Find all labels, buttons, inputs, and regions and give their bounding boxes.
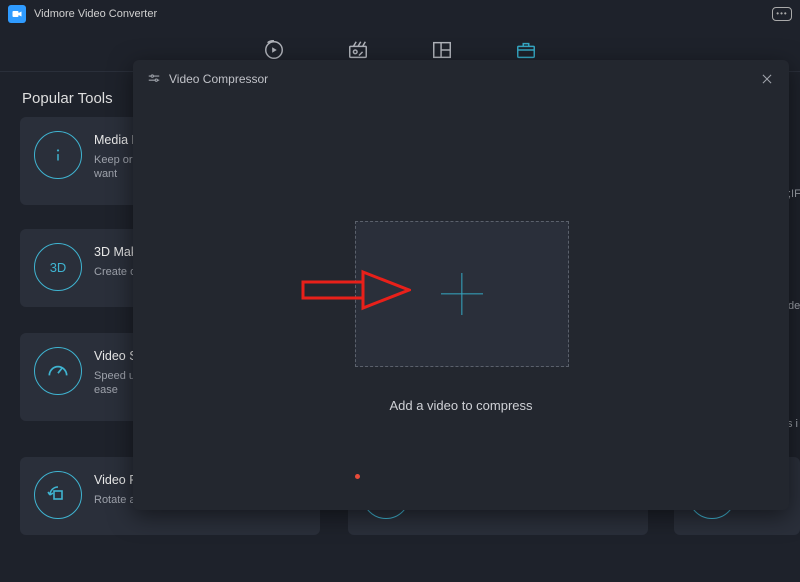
gauge-icon (34, 347, 82, 395)
collage-tab-icon[interactable] (430, 38, 454, 62)
3d-icon: 3D (34, 243, 82, 291)
mv-tab-icon[interactable] (346, 38, 370, 62)
app-title: Vidmore Video Converter (34, 8, 157, 20)
clip-text: ;IF (788, 188, 800, 200)
plus-icon (441, 273, 483, 315)
tool-desc: Speed uease (94, 369, 138, 398)
video-compressor-modal: Video Compressor Add a video to compress (133, 60, 789, 510)
info-icon (34, 131, 82, 179)
modal-header: Video Compressor (133, 60, 789, 98)
tool-title: Video S (94, 349, 138, 363)
clip-text: de (788, 300, 800, 312)
title-bar: Vidmore Video Converter (0, 0, 800, 28)
toolbox-tab-icon[interactable] (514, 38, 538, 62)
converter-tab-icon[interactable] (262, 38, 286, 62)
feedback-icon[interactable] (772, 7, 792, 21)
annotation-dot (355, 474, 360, 479)
tool-title: 3D Mak (94, 245, 137, 259)
app-logo-icon (8, 5, 26, 23)
sliders-icon (147, 72, 161, 86)
dropzone-label: Add a video to compress (133, 398, 789, 413)
tool-desc: Create o (94, 265, 137, 279)
modal-title: Video Compressor (169, 72, 268, 86)
rotate-icon (34, 471, 82, 519)
close-icon[interactable] (759, 71, 775, 87)
add-video-dropzone[interactable] (355, 221, 569, 367)
